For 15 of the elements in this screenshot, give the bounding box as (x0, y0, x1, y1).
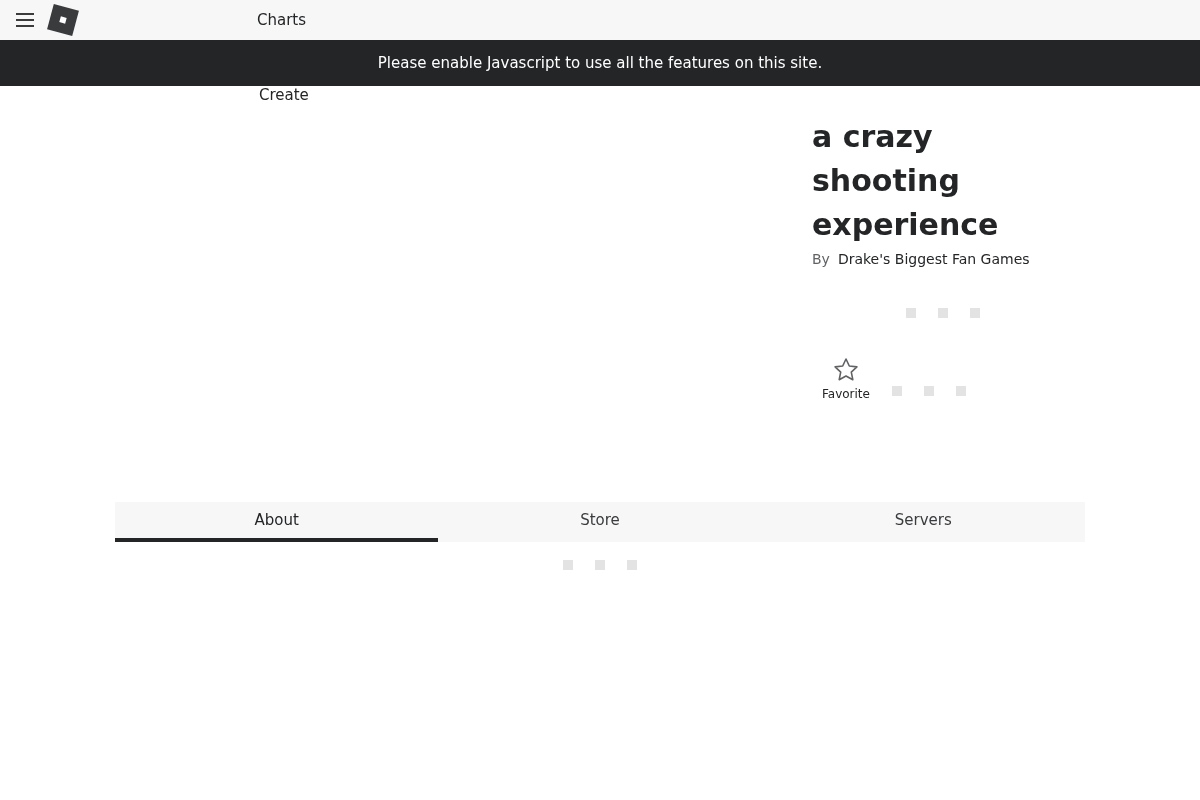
game-title: a crazy shooting experience (812, 118, 1000, 244)
by-label: By (812, 251, 830, 267)
loading-dots-icon (563, 560, 637, 570)
loading-dots-icon (906, 308, 980, 318)
nav-link[interactable]: Charts (257, 11, 307, 29)
loading-dots-icon (891, 386, 966, 396)
menu-icon[interactable] (16, 13, 34, 27)
creator-link[interactable]: Drake's Biggest Fan Games (837, 251, 1030, 267)
logo-icon[interactable] (47, 4, 79, 36)
tab[interactable]: Servers (761, 502, 1085, 542)
nav-link[interactable]: Create (259, 86, 309, 104)
tab[interactable]: About (115, 502, 439, 542)
tab[interactable]: Store (438, 502, 762, 542)
javascript-warning: Please enable Javascript to use all the features on this site. (377, 54, 823, 72)
favorite-button[interactable]: Favorite (822, 357, 870, 401)
